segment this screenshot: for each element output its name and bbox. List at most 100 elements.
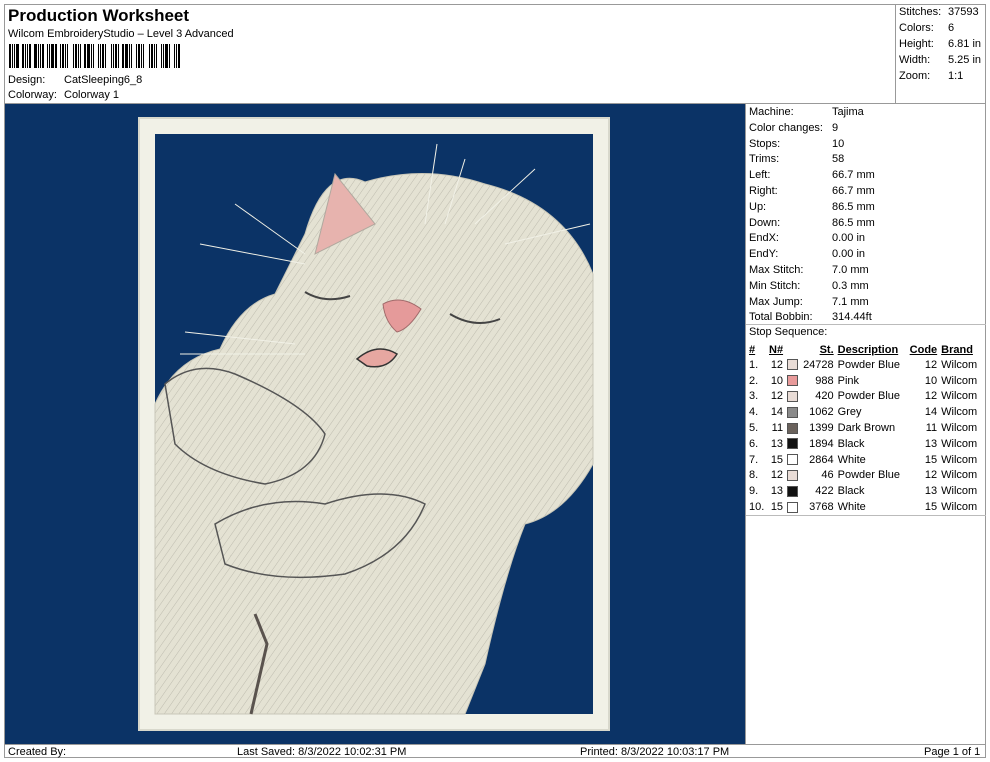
needle-number: 15 (770, 453, 784, 466)
table-row: 5. 11 1399 Dark Brown 11 Wilcom (747, 420, 979, 436)
stat-label: Width: (899, 54, 931, 66)
table-row: 4. 14 1062 Grey 14 Wilcom (747, 404, 979, 420)
barcode-bar (14, 44, 15, 68)
row-index: 9. (749, 485, 759, 498)
barcode-bar (38, 44, 39, 68)
needle-number: 15 (770, 501, 784, 514)
thread-code: 12 (924, 390, 938, 403)
table-row: 9. 13 422 Black 13 Wilcom (747, 483, 979, 499)
thread-description: Black (837, 437, 865, 450)
design-preview (5, 104, 745, 744)
stat-value: 5.25 in (948, 54, 982, 66)
stop-sequence-title: Stop Sequence: (749, 326, 828, 338)
swatch-icon (787, 470, 799, 482)
prop-value: 58 (832, 153, 845, 166)
barcode-bar (115, 44, 117, 68)
prop-label: Stops: (749, 137, 781, 150)
page-title: Production Worksheet (8, 6, 190, 25)
thread-brand: Wilcom (941, 374, 978, 387)
barcode-bar (34, 44, 37, 68)
barcode-bar (65, 44, 66, 68)
barcode-bar (136, 44, 137, 68)
footer-divider (4, 744, 986, 745)
swatch-icon (787, 454, 799, 466)
swatch-icon (787, 375, 799, 387)
stat-label: Stitches: (899, 6, 942, 18)
thread-code: 12 (924, 469, 938, 482)
row-index: 5. (749, 422, 759, 435)
barcode-bar (98, 44, 99, 68)
barcode-bar (163, 44, 164, 68)
stitch-count: 24728 (803, 358, 834, 371)
barcode-bar (91, 44, 92, 68)
barcode-bar (120, 44, 121, 68)
barcode-bar (58, 44, 59, 68)
machine-prop-row: Trims: 58 (749, 153, 844, 165)
barcode-bar (42, 44, 44, 68)
page-number: Page 1 of 1 (924, 746, 981, 758)
color-swatch (785, 404, 801, 420)
thread-brand: Wilcom (941, 437, 978, 450)
prop-label: EndY: (749, 248, 779, 261)
barcode-bar (107, 44, 110, 68)
swatch-icon (787, 485, 799, 497)
color-swatch (785, 420, 801, 436)
machine-prop-row: Down: 86.5 mm (749, 217, 875, 229)
barcode-bar (100, 44, 101, 68)
barcode-bar (122, 44, 124, 68)
thread-description: Black (837, 485, 865, 498)
machine-prop-row: Up: 86.5 mm (749, 201, 875, 213)
barcode-bar (149, 44, 150, 68)
stat-height: Height: 6.81 in (899, 38, 981, 50)
machine-prop-row: Min Stitch: 0.3 mm (749, 280, 869, 292)
barcode-bar (47, 44, 48, 68)
col-index: # (749, 343, 756, 356)
stat-value: 6 (948, 22, 955, 34)
swatch-icon (787, 391, 799, 403)
panel-divider (746, 324, 986, 325)
machine-prop-row: Stops: 10 (749, 138, 844, 150)
col-code: Code (909, 343, 938, 356)
prop-label: Machine: (749, 106, 794, 118)
design-row: Design: CatSleeping6_8 (8, 74, 142, 86)
prop-label: Left: (749, 169, 771, 182)
barcode-bar (51, 44, 54, 68)
color-swatch (785, 389, 801, 405)
stat-colors: Colors: 6 (899, 22, 954, 34)
machine-prop-row: Total Bobbin: 314.44ft (749, 311, 872, 323)
design-name: CatSleeping6_8 (64, 74, 143, 86)
row-index: 8. (749, 469, 759, 482)
needle-number: 13 (770, 437, 784, 450)
swatch-icon (787, 406, 799, 418)
thread-description: White (837, 453, 866, 466)
thread-code: 15 (924, 453, 938, 466)
machine-prop-row: Max Stitch: 7.0 mm (749, 264, 869, 276)
barcode-bar (169, 44, 170, 68)
stat-value: 1:1 (948, 70, 964, 82)
thread-brand: Wilcom (941, 390, 978, 403)
prop-value: 0.00 in (832, 232, 866, 245)
machine-prop-row: EndY: 0.00 in (749, 248, 865, 260)
prop-label: Color changes: (749, 121, 823, 134)
barcode-bar (151, 44, 153, 68)
prop-value: 7.1 mm (832, 295, 869, 308)
prop-value: 10 (832, 137, 845, 150)
col-description: Description (837, 343, 899, 356)
barcode-bar (171, 44, 173, 68)
barcode-bar (73, 44, 74, 68)
barcode-bar (158, 44, 160, 68)
stop-sequence-table: # N# St. Description Code Brand 1. 12 2472… (747, 342, 979, 515)
thread-description: Powder Blue (837, 358, 901, 371)
barcode-bar (174, 44, 175, 68)
barcode-bar (143, 44, 144, 68)
stat-value: 6.81 in (948, 38, 982, 50)
barcode-bar (111, 44, 112, 68)
thread-code: 10 (924, 374, 938, 387)
prop-value: Tajima (832, 106, 864, 118)
machine-prop-row: Max Jump: 7.1 mm (749, 296, 869, 308)
table-row: 6. 13 1894 Black 13 Wilcom (747, 436, 979, 452)
col-stitches: St. (819, 343, 834, 356)
stat-stitches: Stitches: 37593 (899, 6, 979, 18)
row-index: 1. (749, 358, 759, 371)
barcode-bar (27, 44, 28, 68)
